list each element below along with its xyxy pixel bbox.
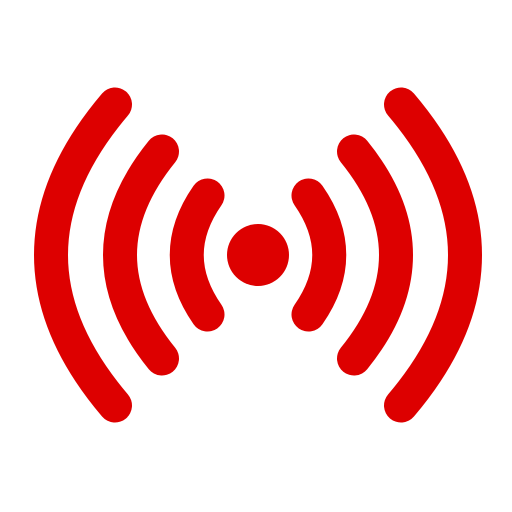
- icon-canvas: [0, 0, 512, 512]
- center-dot: [227, 224, 289, 286]
- left-wave-inner: [169, 178, 225, 332]
- right-wave-inner: [291, 178, 347, 332]
- broadcast-signal-icon: [34, 87, 482, 423]
- left-wave-middle: [103, 134, 179, 376]
- right-wave-middle: [337, 134, 413, 376]
